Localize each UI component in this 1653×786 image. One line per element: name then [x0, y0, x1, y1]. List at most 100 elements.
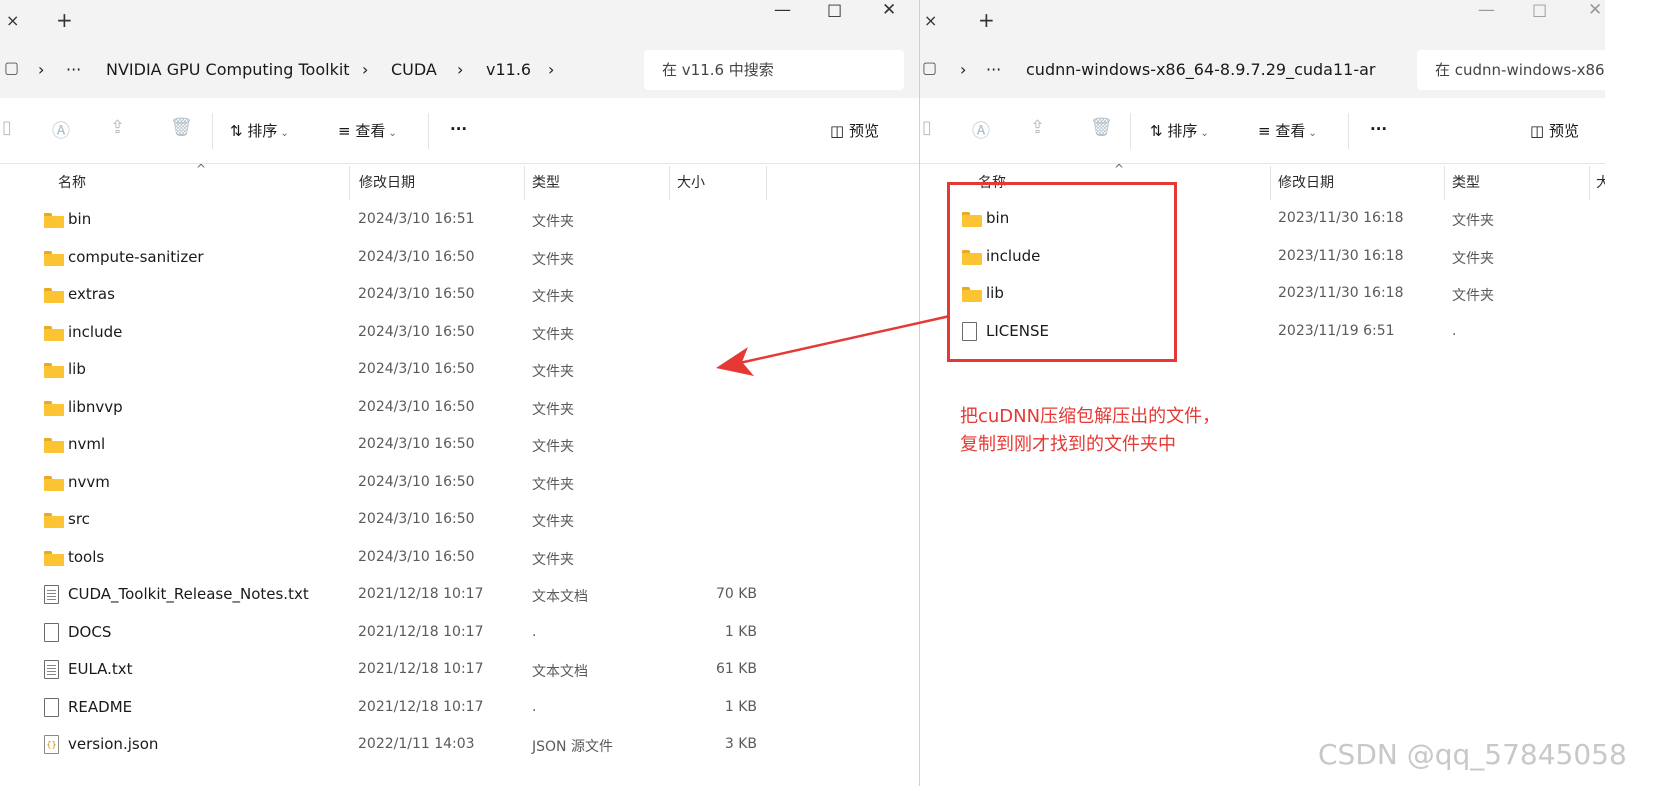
rename-icon[interactable]: Ⓐ	[52, 117, 70, 143]
sort-button[interactable]: ⇅ 排序 ⌄	[1150, 120, 1209, 141]
file-size: 1 KB	[724, 698, 757, 715]
file-row[interactable]: DOCS 2021/12/18 10:17. 1 KB	[0, 615, 919, 651]
file-row[interactable]: bin 2024/3/10 16:51 文件夹	[0, 202, 919, 238]
file-size: 61 KB	[715, 661, 757, 677]
folder-icon	[44, 550, 64, 566]
chevron-right-icon: ›	[362, 60, 369, 79]
column-date[interactable]: 修改日期	[359, 172, 415, 192]
file-row[interactable]: tools 2024/3/10 16:50 文件夹	[0, 540, 919, 576]
chevron-down-icon: ⌄	[1200, 128, 1209, 139]
minimize-button[interactable]: —	[1478, 0, 1495, 20]
breadcrumb-item[interactable]: v11.6	[486, 60, 531, 79]
file-name: src	[68, 510, 90, 528]
file-row[interactable]: {} version.json 2022/1/11 14:03 JSON 源文件 3 K…	[0, 727, 919, 763]
cut-icon[interactable]: ▯	[922, 117, 932, 138]
file-icon	[44, 697, 59, 717]
file-row[interactable]: compute-sanitizer 2024/3/10 16:50 文件夹	[0, 240, 919, 276]
preview-button[interactable]: ◫ 预览	[830, 120, 879, 141]
close-window-button[interactable]: ✕	[1588, 0, 1602, 20]
file-row[interactable]: README 2021/12/18 10:17. 1 KB	[0, 690, 919, 726]
share-icon[interactable]: ⇪	[1030, 117, 1045, 138]
search-input[interactable]: 在 cudnn-windows-x86	[1417, 50, 1605, 90]
close-window-button[interactable]: ✕	[882, 0, 896, 20]
folder-icon	[44, 475, 64, 491]
column-type[interactable]: 类型	[1452, 172, 1480, 192]
sort-button[interactable]: ⇅ 排序 ⌄	[230, 120, 289, 141]
command-bar: ▯ Ⓐ ⇪ 🗑 ⇅ 排序 ⌄ ≡ 查看 ⌄ ··· ◫ 预览	[0, 98, 919, 164]
column-date[interactable]: 修改日期	[1278, 172, 1334, 192]
file-date: 2024/3/10 16:50	[358, 511, 475, 527]
chevron-down-icon: ⌄	[388, 128, 397, 139]
file-name: nvml	[68, 435, 106, 453]
view-icon: ≡	[338, 122, 351, 140]
rename-icon[interactable]: Ⓐ	[972, 117, 990, 143]
file-row[interactable]: CUDA_Toolkit_Release_Notes.txt 2021/12/18…	[0, 577, 919, 613]
delete-icon[interactable]: 🗑	[170, 117, 193, 138]
file-row[interactable]: nvml 2024/3/10 16:50 文件夹	[0, 427, 919, 463]
file-type: .	[532, 623, 537, 640]
breadcrumb-item[interactable]: CUDA	[391, 60, 437, 79]
file-row[interactable]: include 2024/3/10 16:50 文件夹	[0, 315, 919, 351]
column-type[interactable]: 类型	[532, 172, 560, 192]
file-row[interactable]: EULA.txt 2021/12/18 10:17 文本文档 61 KB	[0, 652, 919, 688]
column-name[interactable]: 名称	[58, 172, 86, 192]
file-name: CUDA_Toolkit_Release_Notes.txt	[68, 585, 309, 603]
json-file-icon: {}	[44, 735, 59, 754]
file-size: 70 KB	[715, 586, 757, 602]
file-row[interactable]: extras 2024/3/10 16:50 文件夹	[0, 277, 919, 313]
file-name: DOCS	[68, 622, 112, 641]
pc-icon[interactable]: ▢	[922, 58, 937, 77]
file-type: 文件夹	[532, 289, 574, 305]
file-date: 2021/12/18 10:17	[358, 623, 484, 640]
file-date: 2023/11/30 16:18	[1278, 247, 1404, 264]
view-button[interactable]: ≡ 查看 ⌄	[338, 120, 397, 141]
breadcrumb-overflow[interactable]: ···	[986, 60, 1001, 79]
column-size[interactable]: 大	[1596, 172, 1605, 192]
close-tab-icon[interactable]: ×	[6, 11, 19, 30]
pc-icon[interactable]: ▢	[4, 58, 19, 77]
breadcrumb-item[interactable]: cudnn-windows-x86_64-8.9.7.29_cuda11-arc…	[1026, 60, 1376, 79]
search-input[interactable]: 在 v11.6 中搜索	[644, 50, 904, 90]
close-tab-icon[interactable]: ×	[924, 11, 937, 30]
file-type: 文件夹	[532, 251, 574, 268]
folder-icon	[44, 363, 64, 378]
chevron-right-icon: ›	[457, 60, 464, 79]
file-type: 文件夹	[532, 476, 574, 493]
delete-icon[interactable]: 🗑	[1090, 117, 1113, 138]
explorer-window-cudnn: × + — ☐ ✕ ▢ › ··· cudnn-windows-x86_64-8…	[920, 0, 1605, 786]
file-row[interactable]: src 2024/3/10 16:50 文件夹	[0, 502, 919, 538]
highlight-box	[947, 182, 1177, 362]
file-type: .	[532, 698, 537, 715]
more-options-button[interactable]: ···	[450, 120, 467, 138]
breadcrumb-overflow[interactable]: ···	[66, 60, 81, 79]
column-size[interactable]: 大小	[677, 172, 705, 192]
tab-strip: × + — ☐ ✕	[0, 0, 919, 42]
file-name: lib	[68, 360, 86, 378]
address-bar[interactable]: ▢ › ··· NVIDIA GPU Computing Toolkit › C…	[0, 42, 919, 98]
more-options-button[interactable]: ···	[1370, 120, 1387, 138]
file-type: 文件夹	[1452, 213, 1494, 229]
file-row[interactable]: libnvvp 2024/3/10 16:50 文件夹	[0, 390, 919, 426]
cut-icon[interactable]: ▯	[2, 117, 12, 138]
minimize-button[interactable]: —	[774, 0, 791, 20]
maximize-button[interactable]: ☐	[1532, 2, 1547, 22]
share-icon[interactable]: ⇪	[110, 117, 125, 138]
chevron-down-icon: ⌄	[280, 128, 289, 139]
preview-button[interactable]: ◫ 预览	[1530, 120, 1579, 141]
maximize-button[interactable]: ☐	[827, 2, 842, 22]
file-date: 2024/3/10 16:50	[358, 323, 475, 340]
tab-strip: × + — ☐ ✕	[920, 0, 1605, 42]
command-bar: ▯ Ⓐ ⇪ 🗑 ⇅ 排序 ⌄ ≡ 查看 ⌄ ··· ◫ 预览	[920, 98, 1605, 164]
folder-icon	[44, 213, 64, 228]
view-button[interactable]: ≡ 查看 ⌄	[1258, 120, 1317, 141]
new-tab-button[interactable]: +	[978, 8, 995, 32]
file-row[interactable]: nvvm 2024/3/10 16:50 文件夹	[0, 465, 919, 501]
folder-icon	[44, 513, 64, 528]
file-row[interactable]: lib 2024/3/10 16:50 文件夹	[0, 352, 919, 388]
file-type: JSON 源文件	[532, 739, 613, 755]
text-file-icon	[44, 585, 59, 604]
breadcrumb-item[interactable]: NVIDIA GPU Computing Toolkit	[106, 60, 350, 79]
new-tab-button[interactable]: +	[56, 8, 73, 32]
file-name: version.json	[68, 735, 159, 753]
address-bar[interactable]: ▢ › ··· cudnn-windows-x86_64-8.9.7.29_cu…	[920, 42, 1605, 98]
